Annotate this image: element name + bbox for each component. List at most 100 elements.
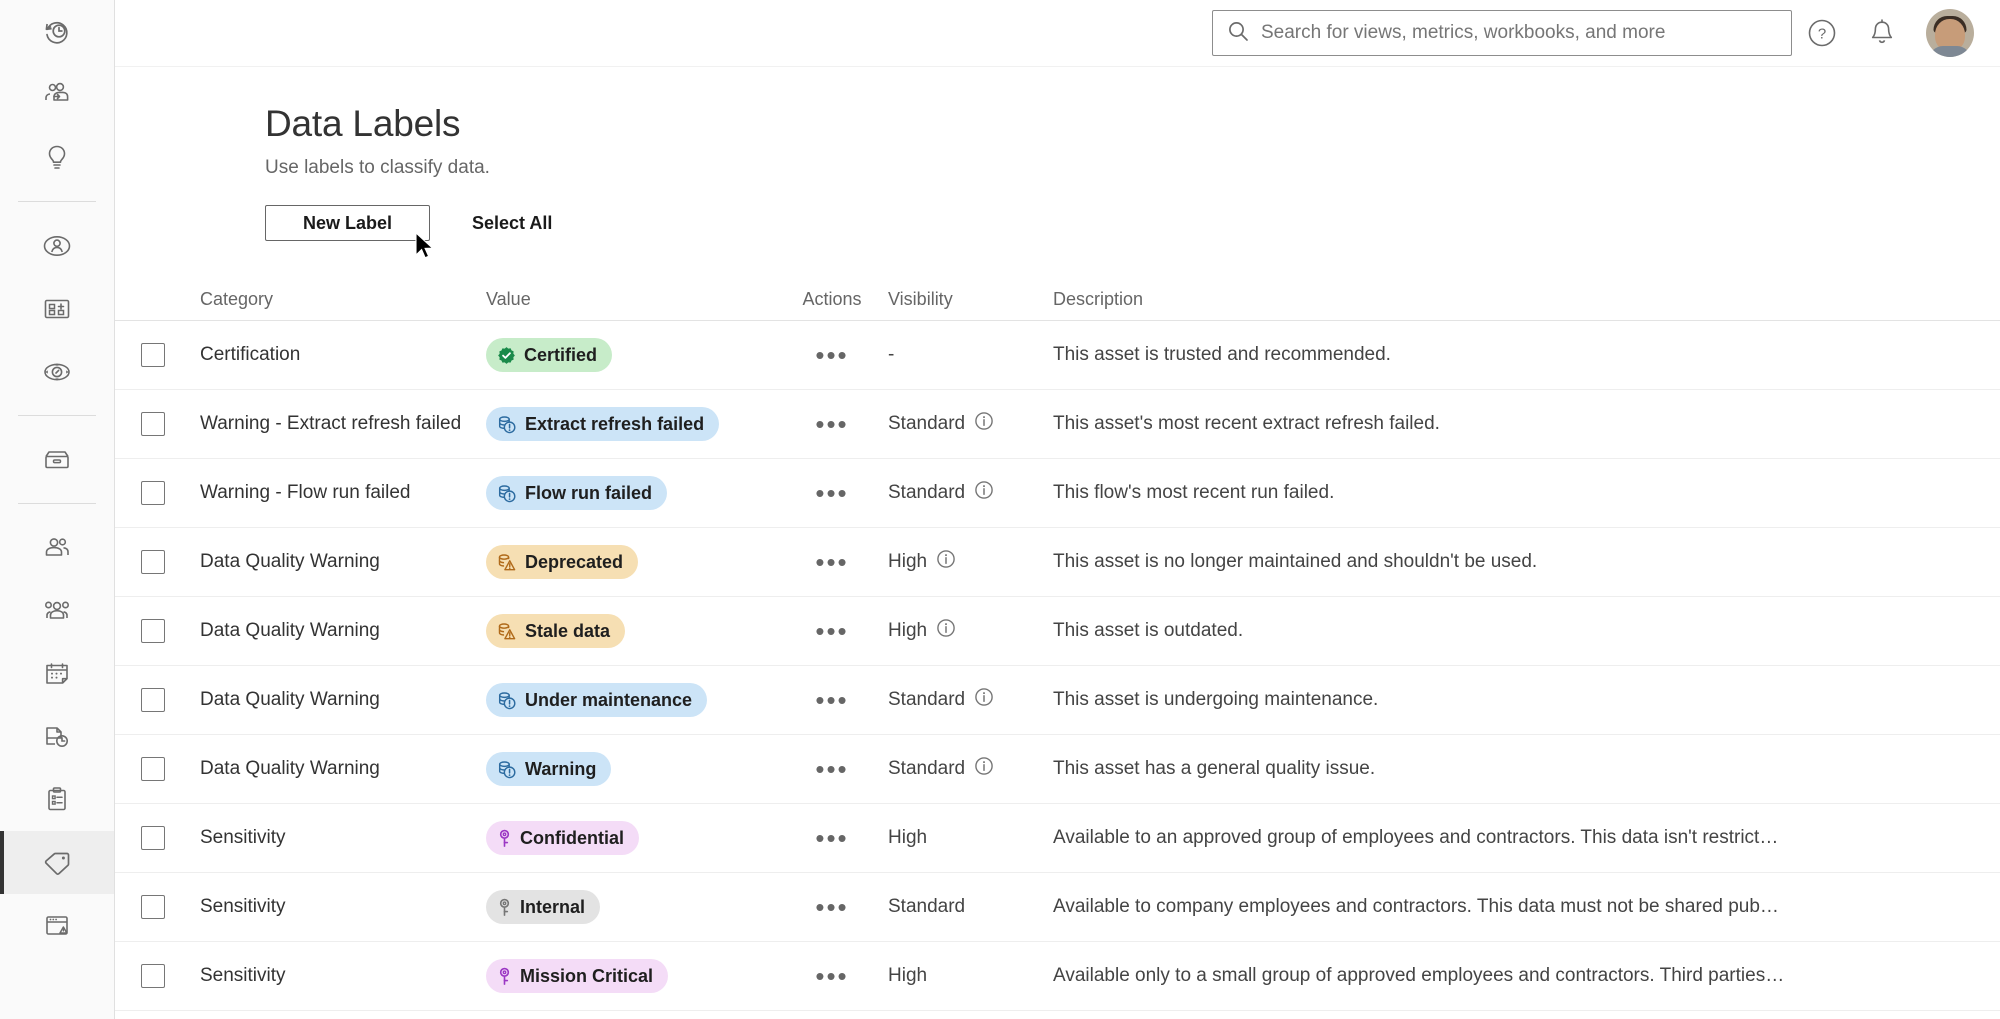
label-pill[interactable]: Confidential (486, 821, 639, 855)
pill-label: Confidential (520, 827, 624, 848)
sidebar-item-personal-space[interactable] (0, 214, 114, 277)
sidebar-item-recents[interactable] (0, 0, 114, 63)
row-checkbox[interactable] (141, 688, 165, 712)
table-row[interactable]: Data Quality Warning Warning ••• Standar… (115, 735, 2000, 804)
label-pill[interactable]: Deprecated (486, 545, 639, 579)
search-box[interactable] (1212, 10, 1792, 56)
sidebar-item-explore[interactable] (0, 340, 114, 403)
sidebar-item-external-assets[interactable] (0, 428, 114, 491)
sidebar-item-groups[interactable] (0, 579, 114, 642)
row-actions-menu-button[interactable]: ••• (815, 825, 848, 851)
label-pill[interactable]: Stale data (486, 614, 626, 648)
cell-category: Certification (191, 344, 486, 366)
new-label-button[interactable]: New Label (265, 205, 430, 241)
key-icon (497, 898, 512, 917)
table-row[interactable]: Sensitivity Confidential ••• High Availa… (115, 804, 2000, 873)
row-checkbox-cell (115, 895, 191, 919)
cell-visibility: High (888, 549, 1053, 575)
row-checkbox[interactable] (141, 412, 165, 436)
cell-visibility: Standard (888, 687, 1053, 713)
sidebar-item-data-labels[interactable] (0, 831, 114, 894)
label-pill[interactable]: Mission Critical (486, 959, 669, 993)
cell-visibility: - (888, 344, 1053, 366)
label-pill[interactable]: Flow run failed (486, 476, 668, 510)
sidebar-item-users[interactable] (0, 516, 114, 579)
search-input[interactable] (1261, 22, 1777, 44)
cell-visibility: Standard (888, 896, 1053, 918)
column-header-category: Category (200, 289, 274, 309)
avatar[interactable] (1926, 9, 1974, 57)
row-actions-menu-button[interactable]: ••• (815, 342, 848, 368)
cell-value: Mission Critical (486, 959, 776, 993)
label-pill[interactable]: Warning (486, 752, 612, 786)
sidebar-item-jobs[interactable] (0, 768, 114, 831)
table-row[interactable]: Warning - Extract refresh failed Extract… (115, 390, 2000, 459)
row-checkbox-cell (115, 412, 191, 436)
pill-label: Under maintenance (525, 689, 693, 710)
row-checkbox[interactable] (141, 964, 165, 988)
pill-label: Warning (525, 758, 597, 779)
row-actions-menu-button[interactable]: ••• (815, 480, 848, 506)
sidebar-item-collections[interactable] (0, 277, 114, 340)
row-checkbox[interactable] (141, 757, 165, 781)
row-actions-menu-button[interactable]: ••• (815, 894, 848, 920)
sidebar-divider (18, 201, 96, 202)
info-icon[interactable] (974, 411, 994, 437)
table-row[interactable]: Certification Certified ••• - This asset… (115, 321, 2000, 390)
row-actions-menu-button[interactable]: ••• (815, 549, 848, 575)
visibility-text: Standard (888, 896, 966, 917)
row-actions-menu-button[interactable]: ••• (815, 618, 848, 644)
table-row[interactable]: Sensitivity Mission Critical ••• High Av… (115, 942, 2000, 1011)
row-checkbox[interactable] (141, 343, 165, 367)
label-pill[interactable]: Internal (486, 890, 601, 924)
page-toolbar: New Label Select All (265, 205, 2000, 241)
row-actions-menu-button[interactable]: ••• (815, 687, 848, 713)
pill-label: Internal (520, 896, 586, 917)
table-row[interactable]: Data Quality Warning Stale data ••• High… (115, 597, 2000, 666)
explore-icon (41, 358, 73, 386)
table-row[interactable]: Data Quality Warning Under maintenance •… (115, 666, 2000, 735)
cell-visibility: Standard (888, 411, 1053, 437)
info-icon[interactable] (974, 480, 994, 506)
row-checkbox[interactable] (141, 826, 165, 850)
label-pill[interactable]: Extract refresh failed (486, 407, 720, 441)
help-button[interactable]: ? (1792, 10, 1852, 56)
info-icon[interactable] (974, 756, 994, 782)
table-row[interactable]: Data Quality Warning Deprecated ••• High… (115, 528, 2000, 597)
info-icon[interactable] (974, 687, 994, 713)
page-title: Data Labels (265, 103, 461, 144)
visibility-text: High (888, 965, 928, 986)
sidebar-item-site-status[interactable] (0, 894, 114, 957)
label-pill[interactable]: Certified (486, 338, 613, 372)
sidebar-item-schedules[interactable] (0, 642, 114, 705)
select-all-button[interactable]: Select All (468, 207, 556, 240)
visibility-text: High (888, 827, 928, 848)
cell-value: Stale data (486, 614, 776, 648)
recents-icon (42, 17, 72, 47)
visibility-text: Standard (888, 758, 966, 779)
cell-value: Certified (486, 338, 776, 372)
cell-category: Data Quality Warning (191, 689, 486, 711)
notifications-button[interactable] (1852, 10, 1912, 56)
table-row[interactable]: Sensitivity Internal ••• Standard Availa… (115, 873, 2000, 942)
row-actions-menu-button[interactable]: ••• (815, 963, 848, 989)
info-icon[interactable] (936, 618, 956, 644)
row-checkbox[interactable] (141, 895, 165, 919)
search-icon (1227, 20, 1249, 47)
row-actions-menu-button[interactable]: ••• (815, 756, 848, 782)
sidebar-divider (18, 503, 96, 504)
sidebar-item-recommendations[interactable] (0, 126, 114, 189)
row-checkbox[interactable] (141, 550, 165, 574)
cell-actions: ••• (776, 963, 888, 989)
info-icon[interactable] (936, 549, 956, 575)
site-status-icon (42, 912, 72, 940)
row-checkbox[interactable] (141, 481, 165, 505)
row-checkbox[interactable] (141, 619, 165, 643)
label-pill[interactable]: Under maintenance (486, 683, 708, 717)
category-text: Sensitivity (200, 896, 286, 917)
row-actions-menu-button[interactable]: ••• (815, 411, 848, 437)
sidebar-item-shared-with-me[interactable] (0, 63, 114, 126)
description-text: Available to company employees and contr… (1053, 896, 1779, 917)
table-row[interactable]: Warning - Flow run failed Flow run faile… (115, 459, 2000, 528)
sidebar-item-tasks[interactable] (0, 705, 114, 768)
